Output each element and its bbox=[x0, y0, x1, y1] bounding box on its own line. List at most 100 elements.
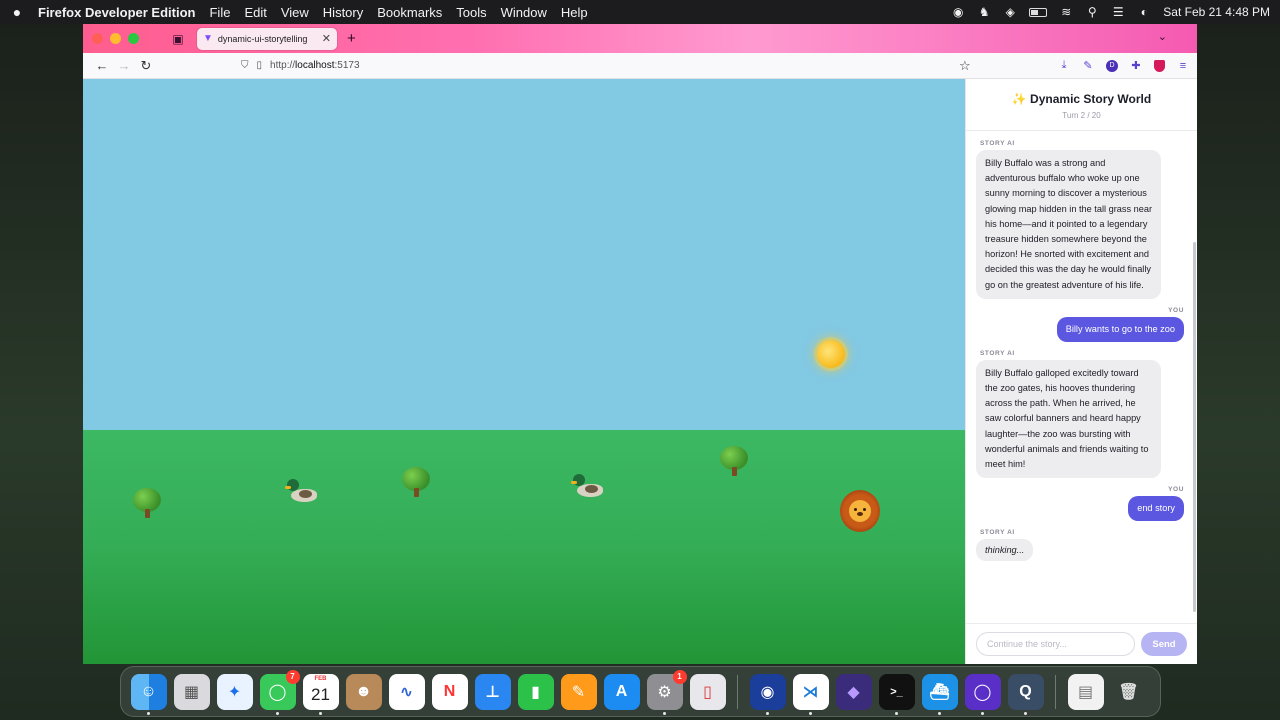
tree-icon bbox=[133, 488, 161, 518]
calendar-icon[interactable]: FEB 21 bbox=[302, 673, 339, 715]
safari-icon[interactable]: ✦ bbox=[216, 673, 253, 710]
lion-icon bbox=[840, 490, 880, 532]
menu-file[interactable]: File bbox=[209, 5, 230, 20]
battery-icon[interactable] bbox=[1029, 7, 1048, 17]
message-role-label: STORY AI bbox=[980, 529, 1015, 537]
bookmark-star-icon[interactable]: ☆ bbox=[959, 58, 971, 74]
zoom-window-button[interactable] bbox=[128, 33, 139, 44]
send-button[interactable]: Send bbox=[1141, 632, 1187, 656]
menu-history[interactable]: History bbox=[323, 5, 363, 20]
messages-icon[interactable]: ◯ 7 bbox=[259, 669, 300, 715]
duck-icon bbox=[285, 477, 317, 505]
launchpad-icon[interactable]: ▦ bbox=[173, 673, 210, 710]
devtools-wrench-icon[interactable]: ✎ bbox=[1082, 60, 1094, 72]
minimize-window-button[interactable] bbox=[110, 33, 121, 44]
contacts-icon[interactable]: ☻ bbox=[345, 673, 382, 710]
window-controls bbox=[92, 33, 139, 44]
message-role-label: STORY AI bbox=[980, 140, 1015, 147]
page-info-icon[interactable]: ▯ bbox=[257, 60, 263, 71]
macos-menubar: ● Firefox Developer Edition File Edit Vi… bbox=[0, 0, 1280, 24]
quicktime-icon[interactable]: Q bbox=[1007, 673, 1044, 715]
wifi-icon[interactable]: ≋ bbox=[1059, 5, 1073, 19]
user-message-bubble: end story bbox=[1128, 496, 1184, 522]
vpn-icon[interactable]: ◈ bbox=[1003, 5, 1017, 19]
url-text[interactable]: http://localhost:5173 bbox=[270, 60, 360, 71]
obsidian-icon[interactable]: ◆ bbox=[835, 673, 872, 710]
settings-badge: 1 bbox=[672, 669, 687, 684]
close-window-button[interactable] bbox=[92, 33, 103, 44]
downloads-icon[interactable]: ⤓ bbox=[1058, 59, 1070, 72]
active-tab[interactable]: ▼ dynamic-ui-storytelling ✕ bbox=[197, 27, 337, 50]
ai-message-bubble: Billy Buffalo galloped excitedly toward … bbox=[976, 359, 1161, 479]
dock-separator bbox=[1055, 674, 1056, 709]
list-all-tabs-icon[interactable]: ⌄ bbox=[1158, 30, 1167, 43]
calendar-day: 21 bbox=[311, 684, 330, 704]
macos-dock: ☺ ▦ ✦ ◯ 7 FEB 21 ☻ ∿ N ⊥ ▮ ✎ A ⚙ 1 ▯ ◉ ⋊ ◆ … bbox=[120, 666, 1161, 717]
hamburger-menu-icon[interactable]: ≡ bbox=[1177, 60, 1189, 72]
toolbar-extensions: ⤓ ✎ D ✚ ≡ bbox=[1058, 59, 1189, 72]
ollama-icon[interactable]: ♞ bbox=[977, 5, 991, 19]
pages-icon[interactable]: ✎ bbox=[560, 673, 597, 710]
numbers-icon[interactable]: ▮ bbox=[517, 673, 554, 710]
url-bar[interactable]: ⛉ ▯ http://localhost:5173 bbox=[241, 60, 360, 71]
forward-button[interactable]: → bbox=[113, 55, 135, 77]
menu-help[interactable]: Help bbox=[561, 5, 588, 20]
tab-overview-icon[interactable]: ▣ bbox=[169, 30, 187, 48]
turn-counter: Turn 2 / 20 bbox=[1062, 111, 1101, 120]
firefox-developer-icon[interactable]: ◉ bbox=[749, 673, 786, 715]
freeform-icon[interactable]: ∿ bbox=[388, 673, 425, 710]
apple-menu-icon[interactable]: ● bbox=[10, 4, 24, 20]
reload-button[interactable]: ↻ bbox=[135, 55, 157, 77]
chat-input-area: Send bbox=[966, 623, 1197, 664]
record-icon[interactable]: ◉ bbox=[951, 5, 965, 19]
calendar-month: FEB bbox=[314, 675, 327, 682]
story-input[interactable] bbox=[976, 632, 1135, 656]
grass-ground bbox=[83, 430, 965, 664]
finder-icon[interactable]: ☺ bbox=[130, 673, 167, 715]
vscode-icon[interactable]: ⋊ bbox=[792, 673, 829, 715]
menubar-app-name[interactable]: Firefox Developer Edition bbox=[38, 5, 195, 20]
search-icon[interactable]: ⚲ bbox=[1085, 5, 1099, 19]
new-tab-button[interactable]: + bbox=[347, 30, 356, 47]
close-tab-icon[interactable]: ✕ bbox=[322, 32, 331, 45]
menu-edit[interactable]: Edit bbox=[244, 5, 266, 20]
terminal-icon[interactable]: >_ bbox=[878, 673, 915, 715]
tracking-protection-icon[interactable]: ⛉ bbox=[241, 60, 249, 71]
chat-scrollbar[interactable] bbox=[1193, 132, 1197, 620]
app-store-icon[interactable]: A bbox=[603, 673, 640, 710]
page-content: ✨ Dynamic Story World Turn 2 / 20 STORY … bbox=[83, 79, 1197, 664]
menu-window[interactable]: Window bbox=[501, 5, 547, 20]
system-settings-icon[interactable]: ⚙ 1 bbox=[646, 669, 687, 715]
story-chat-panel: ✨ Dynamic Story World Turn 2 / 20 STORY … bbox=[965, 79, 1197, 664]
message-list[interactable]: STORY AI Billy Buffalo was a strong and … bbox=[966, 132, 1194, 620]
tree-icon bbox=[402, 467, 430, 497]
iphone-mirroring-icon[interactable]: ▯ bbox=[689, 673, 726, 710]
menu-view[interactable]: View bbox=[281, 5, 309, 20]
duck-icon bbox=[571, 472, 603, 500]
dock-separator bbox=[737, 674, 738, 709]
keynote-icon[interactable]: ⊥ bbox=[474, 673, 511, 710]
menu-bookmarks[interactable]: Bookmarks bbox=[377, 5, 442, 20]
trash-icon[interactable]: 🗑 bbox=[1111, 674, 1147, 710]
message-role-label: YOU bbox=[1168, 486, 1184, 494]
navigation-toolbar: ← → ↻ ⛉ ▯ http://localhost:5173 ☆ ⤓ ✎ D … bbox=[83, 53, 1197, 79]
back-button[interactable]: ← bbox=[91, 55, 113, 77]
menubar-clock[interactable]: Sat Feb 21 4:48 PM bbox=[1163, 5, 1270, 19]
proton-vpn-icon[interactable]: ◯ bbox=[964, 673, 1001, 715]
extensions-icon[interactable]: ✚ bbox=[1130, 60, 1142, 72]
documents-folder-icon[interactable]: ▤ bbox=[1067, 673, 1104, 710]
messages-badge: 7 bbox=[285, 669, 300, 684]
control-center-icon[interactable]: ☰ bbox=[1111, 5, 1125, 19]
browser-window: ▣ ▼ dynamic-ui-storytelling ✕ + ⌄ ← → ↻ … bbox=[83, 24, 1197, 664]
siri-icon[interactable]: ◐ bbox=[1137, 5, 1151, 19]
docker-icon[interactable]: ⛴ bbox=[921, 673, 958, 715]
news-icon[interactable]: N bbox=[431, 673, 468, 710]
message-role-label: YOU bbox=[1168, 306, 1184, 314]
chat-header: ✨ Dynamic Story World Turn 2 / 20 bbox=[966, 79, 1197, 131]
profile-avatar-icon[interactable]: D bbox=[1106, 59, 1118, 72]
menu-tools[interactable]: Tools bbox=[456, 5, 486, 20]
tab-bar: ▣ ▼ dynamic-ui-storytelling ✕ + ⌄ bbox=[83, 24, 1197, 53]
thinking-indicator: thinking... bbox=[976, 539, 1034, 562]
ublock-shield-icon[interactable] bbox=[1154, 59, 1165, 72]
vite-favicon-icon: ▼ bbox=[203, 33, 213, 44]
